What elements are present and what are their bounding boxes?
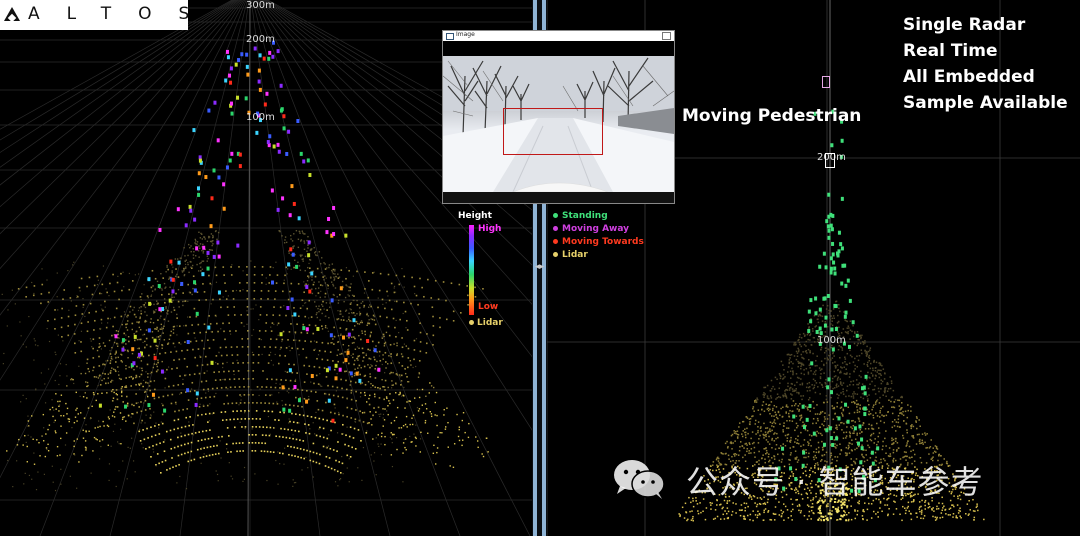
camera-image-window[interactable]: Image xyxy=(442,30,675,204)
window-titlebar[interactable]: Image xyxy=(443,31,674,41)
window-maximize-button[interactable] xyxy=(662,32,671,40)
moving-towards-dot-icon xyxy=(553,239,558,244)
region-of-interest-box xyxy=(503,108,603,155)
height-legend-title: Height xyxy=(458,211,492,221)
watermark-text: 公众号 · 智能车参考 xyxy=(686,463,984,501)
moving-away-dot-icon xyxy=(553,226,558,231)
target-box xyxy=(825,153,835,168)
height-legend: Height High Low Lidar xyxy=(455,210,535,335)
wechat-icon xyxy=(614,460,665,499)
feature-line: Sample Available xyxy=(903,93,1068,113)
legend-item-standing: Standing xyxy=(553,211,608,221)
distance-label-200m: 200m xyxy=(246,34,275,45)
legend-item-moving-away: Moving Away xyxy=(553,224,629,234)
feature-line: All Embedded xyxy=(903,67,1035,87)
height-high-label: High xyxy=(478,224,502,234)
distance-label-100m: 100m xyxy=(817,335,846,346)
standing-dot-icon xyxy=(553,213,558,218)
pedestrian-target-box xyxy=(822,76,830,88)
feature-list: Single Radar Real Time All Embedded Samp… xyxy=(903,12,1068,116)
distance-label-300m: 300m xyxy=(246,0,275,11)
height-lidar-label: Lidar xyxy=(469,318,503,328)
altos-logo: ALTOS xyxy=(0,0,189,30)
logo-text: ALTOS xyxy=(28,4,217,24)
distance-label-100m: 100m xyxy=(246,112,275,123)
feature-line: Real Time xyxy=(903,41,998,61)
feature-line: Single Radar xyxy=(903,15,1026,35)
window-title: Image xyxy=(456,31,475,38)
window-app-icon xyxy=(446,33,454,40)
legend-item-lidar: Lidar xyxy=(553,250,588,260)
radar-visualization-screen: 300m 200m 100m ◂▸ 200m 100m ALTOS Image xyxy=(0,0,1080,536)
camera-snow-road-image xyxy=(443,56,674,192)
lidar-dot-icon xyxy=(469,320,474,325)
lidar-dot-icon xyxy=(553,252,558,257)
moving-pedestrian-label: Moving Pedestrian xyxy=(682,106,862,126)
height-color-scale xyxy=(469,225,474,315)
motion-class-legend: Standing Moving Away Moving Towards Lida… xyxy=(553,210,673,270)
legend-item-moving-towards: Moving Towards xyxy=(553,237,644,247)
splitter-grip-icon[interactable]: ◂▸ xyxy=(535,262,544,272)
height-low-label: Low xyxy=(478,302,499,312)
